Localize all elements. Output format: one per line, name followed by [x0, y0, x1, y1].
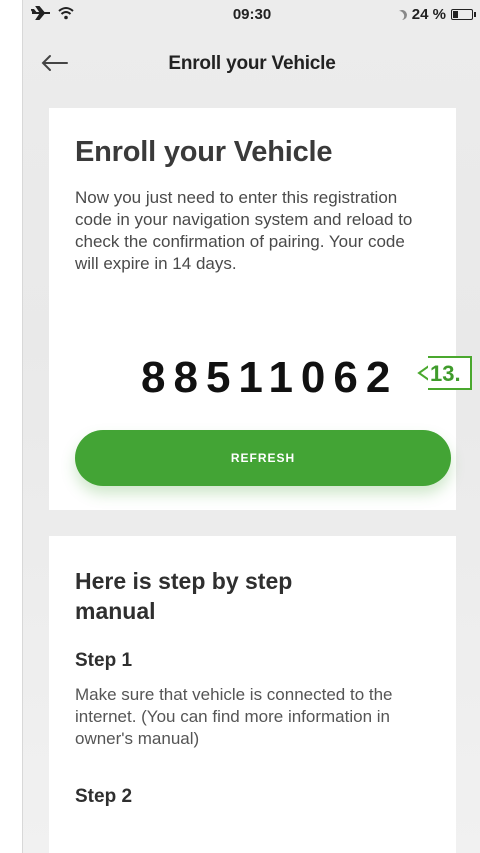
enroll-card-title: Enroll your Vehicle	[75, 136, 333, 168]
nav-title: Enroll your Vehicle	[168, 53, 336, 74]
step-1-text: Make sure that vehicle is connected to t…	[75, 685, 393, 748]
registration-code: 88511062	[141, 353, 399, 402]
callout-label: 13.	[428, 356, 472, 390]
enroll-description: Now you just need to enter this registra…	[75, 188, 413, 273]
phone-screen: 09:30 24 % Enroll your Vehicle Enroll yo…	[22, 0, 480, 853]
annotation-callout: 13.	[416, 356, 476, 392]
status-bar: 09:30 24 %	[23, 0, 480, 30]
step-2-heading: Step 2	[75, 786, 133, 807]
steps-title: Here is step by step manual	[75, 568, 293, 624]
nav-bar: Enroll your Vehicle	[23, 38, 480, 88]
code-row: 88511062	[49, 353, 456, 403]
do-not-disturb-icon	[395, 8, 408, 21]
refresh-button[interactable]: REFRESH	[75, 430, 451, 486]
status-right: 24 %	[395, 6, 476, 23]
steps-card: Here is step by step manual Step 1 Make …	[49, 536, 456, 853]
enroll-card: Enroll your Vehicle Now you just need to…	[49, 108, 456, 510]
step-1-heading: Step 1	[75, 650, 133, 671]
battery-icon	[451, 9, 476, 20]
battery-percent: 24 %	[411, 6, 446, 23]
battery-fill	[453, 11, 458, 18]
